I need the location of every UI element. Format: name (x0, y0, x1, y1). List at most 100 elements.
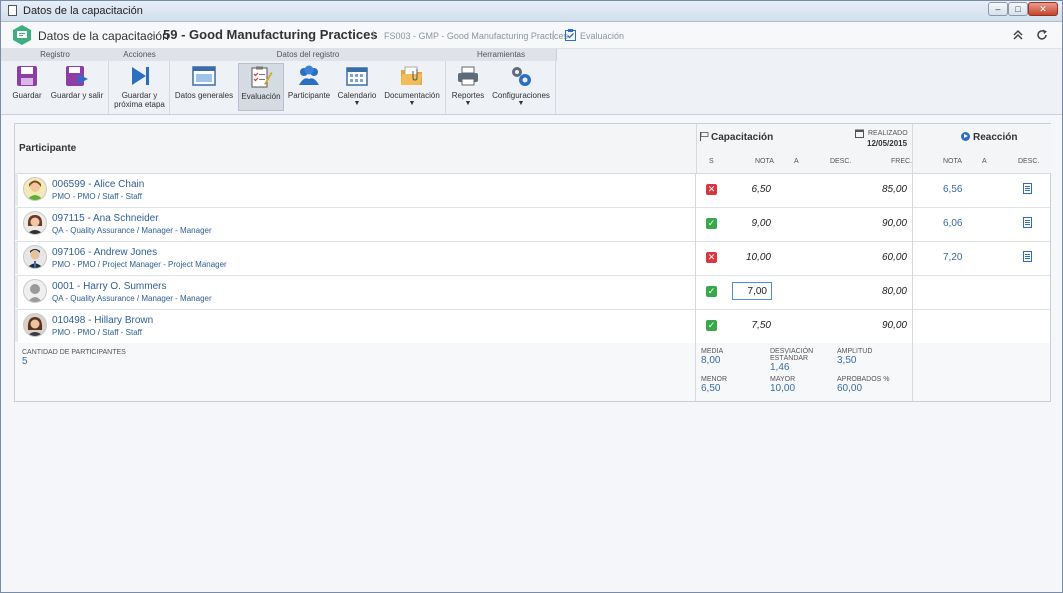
next-stage-icon (131, 67, 149, 85)
table-row[interactable]: 097106 - Andrew Jones PMO - PMO / Projec… (15, 241, 1050, 276)
document-lines-icon[interactable] (1023, 251, 1032, 262)
header-bar: Datos de la capacitación › 59 - Good Man… (1, 22, 1062, 49)
double-chevron-up-icon[interactable] (1013, 29, 1023, 41)
calendar-icon (346, 67, 368, 86)
table-row[interactable]: 097115 - Ana Schneider QA - Quality Assu… (15, 207, 1050, 242)
save-button[interactable]: Guardar (7, 63, 47, 111)
nota-value[interactable]: 10,00 (735, 252, 771, 263)
flag-icon (700, 132, 709, 141)
table-row[interactable]: 006599 - Alice Chain PMO - PMO / Staff -… (15, 173, 1050, 208)
folder-paperclip-icon (401, 66, 422, 85)
section-label: Evaluación (580, 31, 625, 41)
participant-name[interactable]: 097106 - Andrew Jones (52, 247, 157, 258)
general-data-label: Datos generales (174, 91, 234, 100)
window-title: Datos de la capacitación (23, 5, 143, 17)
status-pass-icon: ✓ (706, 320, 717, 331)
table-row[interactable]: 010498 - Hillary Brown PMO - PMO / Staff… (15, 309, 1050, 344)
reaction-nota-value: 6,56 (943, 184, 963, 195)
floppy-disk-icon (17, 66, 37, 86)
document-icon (8, 5, 17, 16)
general-data-button[interactable]: Datos generales (173, 63, 235, 111)
training-column-header: Capacitación REALIZADO 12/05/2015 S NOTA… (696, 124, 913, 174)
header-divider: | (372, 30, 375, 41)
evaluation-table: Participante Capacitación REALIZADO 12/0… (14, 123, 1051, 402)
column-divider (695, 343, 696, 401)
participant-name[interactable]: 010498 - Hillary Brown (52, 315, 153, 326)
checklist-pencil-icon (251, 66, 273, 88)
clipboard-check-icon (565, 29, 576, 41)
participant-name[interactable]: 097115 - Ana Schneider (52, 213, 159, 224)
group-divider (445, 61, 446, 114)
column-divider (695, 173, 696, 207)
col-desc: DESC. (830, 158, 852, 165)
summary-footer: CANTIDAD DE PARTICIPANTES 5 MEDIA 8,00 D… (15, 343, 1050, 401)
reaction-nota-value: 7,20 (943, 252, 963, 263)
participant-position: PMO - PMO / Staff - Staff (52, 328, 142, 337)
status-pass-icon: ✓ (706, 218, 717, 229)
save-and-exit-button[interactable]: Guardar y salir (49, 63, 105, 111)
people-icon (299, 65, 319, 85)
participant-label: Participante (287, 91, 331, 100)
group-divider (555, 61, 556, 114)
column-divider (695, 241, 696, 275)
nota-value[interactable]: 7,50 (735, 320, 771, 331)
participant-button[interactable]: Participante (287, 63, 331, 111)
amplitud-value: 3,50 (837, 355, 857, 366)
frecuencia-value: 85,00 (881, 184, 907, 195)
documentation-label: Documentación (384, 91, 440, 100)
status-fail-icon: ✕ (706, 252, 717, 263)
frecuencia-value: 60,00 (881, 252, 907, 263)
breadcrumb-separator-icon: › (149, 27, 154, 42)
participant-name[interactable]: 0001 - Harry O. Summers (52, 281, 166, 292)
reaction-title: Reacción (973, 132, 1018, 143)
save-and-exit-label: Guardar y salir (50, 91, 104, 100)
settings-button[interactable]: Configuraciones ▼ (491, 63, 551, 111)
desviacion-value: 1,46 (770, 362, 790, 373)
participant-position: PMO - PMO / Staff - Staff (52, 192, 142, 201)
status-fail-icon: ✕ (706, 184, 717, 195)
minimize-button[interactable]: – (988, 2, 1008, 16)
reaction-column-header: Reacción NOTA A DESC. (912, 124, 1051, 174)
column-divider (695, 207, 696, 241)
col-frec: FREC. (891, 158, 912, 165)
document-lines-icon[interactable] (1023, 217, 1032, 228)
aprobados-value: 60,00 (837, 383, 863, 394)
participants-count-label: CANTIDAD DE PARTICIPANTES (22, 349, 126, 356)
column-divider (912, 173, 913, 207)
nota-input[interactable] (732, 282, 772, 300)
col-reaction-a: A (982, 158, 987, 165)
evaluation-button[interactable]: Evaluación (238, 63, 284, 111)
dropdown-caret-icon: ▼ (464, 100, 472, 107)
realizado-date: 12/05/2015 (867, 139, 908, 148)
calendar-button[interactable]: Calendario ▼ (335, 63, 379, 111)
column-divider (912, 241, 913, 275)
avatar (23, 313, 47, 337)
maximize-button[interactable]: □ (1008, 2, 1028, 16)
close-button[interactable]: ✕ (1028, 2, 1058, 16)
column-divider (912, 275, 913, 309)
refresh-icon[interactable] (1036, 29, 1048, 41)
nota-value[interactable]: 6,50 (735, 184, 771, 195)
row-marker (15, 207, 18, 240)
group-acciones: Acciones (109, 49, 171, 61)
save-next-stage-button[interactable]: Guardar y próxima etapa (111, 63, 168, 111)
record-code: FS003 - GMP - Good Manufacturing Practic… (384, 31, 568, 41)
settings-label: Configuraciones (492, 91, 550, 100)
documentation-button[interactable]: Documentación ▼ (382, 63, 442, 111)
group-herramientas: Herramientas (446, 49, 557, 61)
reports-button[interactable]: Reportes ▼ (449, 63, 487, 111)
title-bar: Datos de la capacitación – □ ✕ (1, 1, 1062, 22)
calendar-label: Calendario (337, 91, 377, 100)
avatar (23, 177, 47, 201)
participant-name[interactable]: 006599 - Alice Chain (52, 179, 144, 190)
save-next-stage-label-2: próxima etapa (114, 100, 165, 109)
col-nota: NOTA (755, 158, 774, 165)
nota-value[interactable]: 9,00 (735, 218, 771, 229)
column-divider (912, 343, 913, 401)
document-lines-icon[interactable] (1023, 183, 1032, 194)
table-row[interactable]: 0001 - Harry O. Summers QA - Quality Ass… (15, 275, 1050, 310)
frecuencia-value: 90,00 (881, 218, 907, 229)
column-divider (695, 309, 696, 343)
save-label: Guardar (12, 91, 42, 100)
avatar (23, 211, 47, 235)
